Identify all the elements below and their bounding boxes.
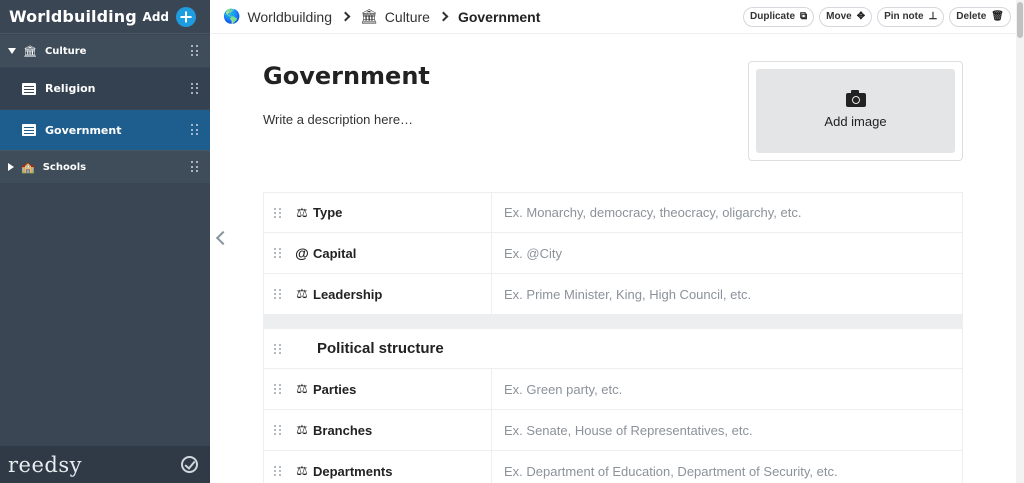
move-icon: ✥ xyxy=(856,11,866,22)
globe-icon: 🌎 xyxy=(223,8,241,24)
plus-icon xyxy=(176,6,196,27)
scale-icon: ⚖ xyxy=(296,204,308,220)
reedsy-logo: reedsy xyxy=(8,452,82,477)
at-icon: @ xyxy=(295,245,309,261)
drag-handle-icon[interactable] xyxy=(264,289,292,299)
field-value-input[interactable]: Ex. Senate, House of Representatives, et… xyxy=(491,410,962,450)
field-row-leadership: ⚖ Leadership Ex. Prime Minister, King, H… xyxy=(263,274,963,315)
drag-handle-icon[interactable] xyxy=(191,82,199,95)
delete-button[interactable]: Delete 🗑 xyxy=(949,6,1011,27)
pin-icon: ⊥ xyxy=(928,11,938,22)
add-button[interactable]: Add xyxy=(142,6,196,27)
drag-handle-icon[interactable] xyxy=(191,45,199,57)
move-button[interactable]: Move ✥ xyxy=(819,6,873,27)
duplicate-button[interactable]: Duplicate ⧉ xyxy=(743,6,815,27)
duplicate-button-label: Duplicate xyxy=(750,11,796,22)
breadcrumb-item-culture[interactable]: 🏛 Culture xyxy=(360,8,430,25)
sidebar-title: Worldbuilding xyxy=(9,7,137,26)
scrollbar[interactable] xyxy=(1016,0,1024,483)
scale-icon: ⚖ xyxy=(296,463,308,478)
breadcrumb-item-government: Government xyxy=(458,9,540,25)
sidebar-item-schools[interactable]: 🏫 Schools xyxy=(0,150,210,183)
drag-handle-icon[interactable] xyxy=(264,248,292,258)
field-value-input[interactable]: Ex. Prime Minister, King, High Council, … xyxy=(491,274,962,314)
field-value-input[interactable]: Ex. Monarchy, democracy, theocracy, olig… xyxy=(491,193,962,232)
sidebar-item-label: Government xyxy=(45,123,122,137)
toolbar-actions: Duplicate ⧉ Move ✥ Pin note ⊥ Delete 🗑 xyxy=(743,6,1011,27)
breadcrumb-item-worldbuilding[interactable]: 🌎 Worldbuilding xyxy=(223,8,332,25)
section-divider xyxy=(263,315,963,329)
sidebar-header: Worldbuilding Add xyxy=(0,0,210,34)
add-image-button[interactable]: Add image xyxy=(756,69,955,153)
breadcrumb-label: Government xyxy=(457,8,541,25)
sidebar-item-government[interactable]: Government xyxy=(0,110,210,150)
scale-icon: ⚖ xyxy=(296,422,308,437)
drag-handle-icon[interactable] xyxy=(264,207,292,218)
scale-icon: ⚖ xyxy=(296,286,308,301)
sidebar-item-label: Culture xyxy=(44,45,87,57)
check-circle-icon[interactable] xyxy=(181,456,198,473)
pin-note-button[interactable]: Pin note ⊥ xyxy=(877,6,945,27)
field-name[interactable]: Type xyxy=(313,205,491,220)
field-row-capital: @ Capital Ex. @City xyxy=(263,233,963,274)
breadcrumb-label: Worldbuilding xyxy=(247,8,333,25)
field-name[interactable]: Capital xyxy=(313,246,491,261)
field-value-input[interactable]: Ex. @City xyxy=(491,233,962,273)
drag-handle-icon[interactable] xyxy=(264,384,292,394)
chevron-right-icon xyxy=(340,11,351,22)
drag-handle-icon[interactable] xyxy=(264,425,292,435)
section-title[interactable]: Political structure xyxy=(317,340,444,357)
fields-table: ⚖ Type Ex. Monarchy, democracy, theocrac… xyxy=(263,192,963,483)
duplicate-icon: ⧉ xyxy=(800,11,808,22)
pin-note-button-label: Pin note xyxy=(884,11,924,22)
breadcrumb: 🌎 Worldbuilding 🏛 Culture Government xyxy=(210,8,743,25)
field-name[interactable]: Parties xyxy=(313,382,491,397)
chevron-left-icon[interactable] xyxy=(215,230,231,246)
add-image-label: Add image xyxy=(824,114,887,129)
chevron-right-icon[interactable] xyxy=(8,163,14,171)
top-bar: 🌎 Worldbuilding 🏛 Culture Government Dup… xyxy=(210,0,1016,34)
field-name[interactable]: Departments xyxy=(313,464,491,479)
image-box: Add image xyxy=(748,61,963,161)
sidebar-footer: reedsy xyxy=(0,446,210,483)
field-value-input[interactable]: Ex. Department of Education, Department … xyxy=(491,451,962,483)
chevron-down-icon[interactable] xyxy=(8,48,16,54)
sidebar-item-religion[interactable]: Religion xyxy=(0,68,210,109)
add-button-label: Add xyxy=(142,9,169,24)
institution-icon: 🏛 xyxy=(360,8,378,24)
section-header-political-structure: Political structure xyxy=(263,329,963,369)
school-icon: 🏫 xyxy=(21,161,35,174)
camera-icon xyxy=(845,90,866,107)
drag-handle-icon[interactable] xyxy=(264,466,292,476)
field-value-input[interactable]: Ex. Green party, etc. xyxy=(491,369,962,409)
page-title[interactable]: Government xyxy=(263,62,430,90)
sidebar-item-culture[interactable]: 🏛 Culture xyxy=(0,35,210,67)
chevron-right-icon xyxy=(438,11,449,22)
drag-handle-icon[interactable] xyxy=(191,161,199,173)
sidebar: Worldbuilding Add 🏛 Culture Religion Gov… xyxy=(0,0,210,483)
document-icon xyxy=(22,124,36,136)
drag-handle-icon[interactable] xyxy=(191,124,199,136)
delete-button-label: Delete xyxy=(956,11,987,22)
field-row-branches: ⚖ Branches Ex. Senate, House of Represen… xyxy=(263,410,963,451)
field-name[interactable]: Leadership xyxy=(313,287,491,302)
sidebar-item-label: Religion xyxy=(45,82,96,95)
scrollbar-thumb[interactable] xyxy=(1017,2,1023,38)
field-name[interactable]: Branches xyxy=(313,423,491,438)
trash-icon: 🗑 xyxy=(991,11,1004,22)
field-row-parties: ⚖ Parties Ex. Green party, etc. xyxy=(263,369,963,410)
scale-icon: ⚖ xyxy=(296,381,308,396)
institution-icon: 🏛 xyxy=(23,45,37,58)
field-row-type: ⚖ Type Ex. Monarchy, democracy, theocrac… xyxy=(263,192,963,233)
drag-handle-icon[interactable] xyxy=(264,343,292,354)
move-button-label: Move xyxy=(826,11,852,22)
description-field[interactable]: Write a description here… xyxy=(263,112,413,127)
sidebar-item-label: Schools xyxy=(42,161,87,173)
field-row-departments: ⚖ Departments Ex. Department of Educatio… xyxy=(263,451,963,483)
breadcrumb-label: Culture xyxy=(384,8,430,25)
document-icon xyxy=(22,82,36,95)
